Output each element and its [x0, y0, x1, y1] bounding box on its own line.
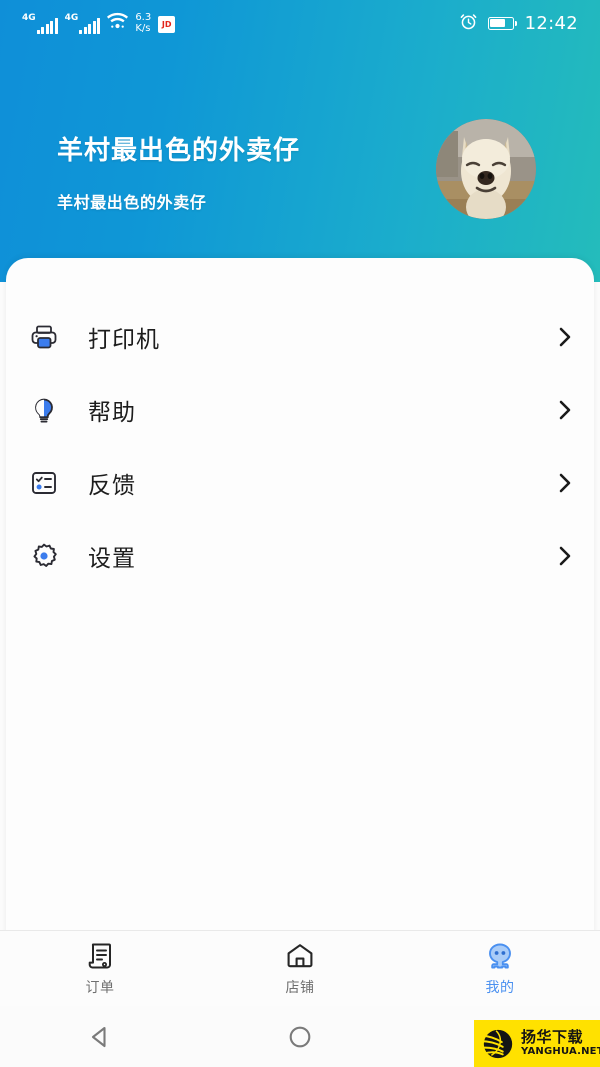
profile-identity: 羊村最出色的外卖仔 羊村最出色的外卖仔 [57, 130, 300, 213]
menu-item-settings[interactable]: 设置 [6, 519, 594, 592]
notification-app-badge: JD [161, 19, 172, 29]
tab-label: 我的 [485, 979, 515, 996]
wifi-icon [107, 12, 129, 33]
menu-item-label: 设置 [88, 545, 136, 572]
chevron-right-icon [554, 545, 576, 567]
network-speed-indicator: 6.3 K/s [135, 12, 152, 34]
menu-card: 打印机 帮助 反馈 设置 [6, 258, 594, 946]
signal-icon-1: 4G [22, 14, 58, 34]
alarm-icon [460, 13, 477, 34]
tab-profile[interactable]: 我的 [400, 931, 600, 1006]
watermark-title: 扬华下载 [521, 1028, 584, 1046]
back-triangle-icon[interactable] [60, 1006, 140, 1067]
profile-subtitle: 羊村最出色的外卖仔 [57, 193, 207, 212]
notification-app-icon: JD [158, 16, 176, 33]
network-speed-unit: K/s [135, 22, 151, 34]
network-type-label-1: 4G [22, 13, 36, 23]
menu-item-feedback[interactable]: 反馈 [6, 446, 594, 519]
network-type-label-2: 4G [64, 13, 79, 23]
tab-orders[interactable]: 订单 [0, 931, 200, 1006]
lightbulb-icon [22, 395, 66, 425]
printer-icon [22, 322, 66, 352]
network-speed-value: 6.3 [135, 12, 152, 23]
profile-title: 羊村最出色的外卖仔 [57, 136, 301, 166]
chevron-right-icon [554, 399, 576, 421]
signal-bars-1 [36, 18, 58, 34]
status-bar-left: 4G 4G 6.3 K/s JD [22, 12, 176, 34]
status-bar: 4G 4G 6.3 K/s JD 12:42 [0, 0, 600, 46]
settings-menu-list: 打印机 帮助 反馈 设置 [6, 300, 594, 592]
avatar[interactable] [436, 119, 536, 219]
watermark-text: 扬华下载 YANGHUA.NET [521, 1030, 600, 1057]
profile-robot-icon [485, 941, 515, 971]
menu-item-label: 反馈 [88, 472, 136, 499]
signal-icon-2: 4G [65, 14, 101, 34]
store-icon [285, 941, 315, 971]
menu-item-label: 打印机 [88, 326, 160, 353]
gear-icon [22, 541, 66, 571]
status-bar-right: 12:42 [460, 13, 578, 34]
yanghua-logo-icon [479, 1027, 517, 1061]
tab-store[interactable]: 店铺 [200, 931, 400, 1006]
receipt-icon [85, 941, 115, 971]
alpaca-avatar-image [436, 119, 536, 219]
watermark: 扬华下载 YANGHUA.NET [474, 1020, 600, 1067]
battery-icon [487, 16, 518, 30]
menu-item-printer[interactable]: 打印机 [6, 300, 594, 373]
status-bar-clock: 12:42 [524, 12, 578, 34]
tab-label: 订单 [85, 979, 115, 996]
chevron-right-icon [554, 326, 576, 348]
feedback-form-icon [22, 468, 66, 498]
menu-item-help[interactable]: 帮助 [6, 373, 594, 446]
signal-bars-2 [79, 18, 101, 34]
bottom-tab-bar: 订单 店铺 我的 [0, 930, 600, 1006]
watermark-domain: YANGHUA.NET [521, 1046, 600, 1057]
tab-label: 店铺 [285, 979, 315, 996]
phone-screen: 4G 4G 6.3 K/s JD 12:42 羊村最出色的外卖仔 羊村最出色的外… [0, 0, 600, 1067]
chevron-right-icon [554, 472, 576, 494]
home-circle-icon[interactable] [260, 1006, 340, 1067]
menu-item-label: 帮助 [88, 399, 136, 426]
